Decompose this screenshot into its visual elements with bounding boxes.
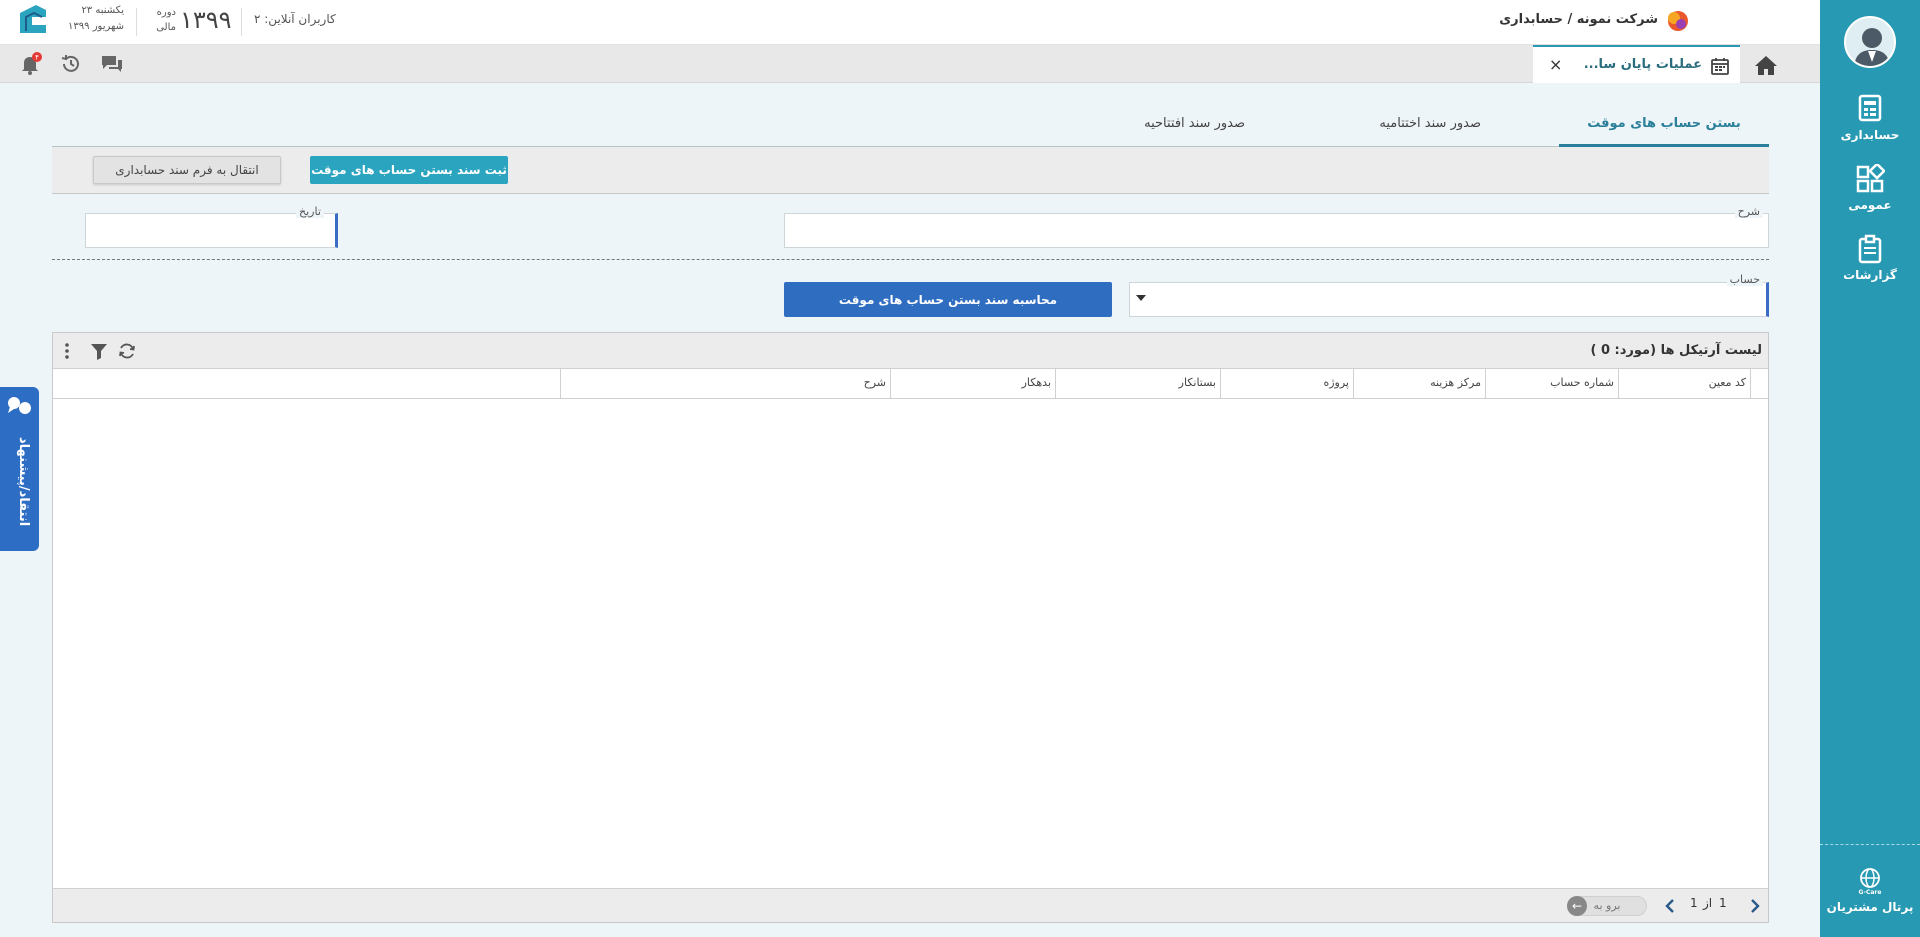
nav-item-label: پرتال مشتریان xyxy=(1826,900,1914,914)
fiscal-year[interactable]: ۱۳۹۹ xyxy=(180,6,232,34)
total-pages: 1 xyxy=(1690,896,1698,910)
sidebar-divider xyxy=(1820,844,1920,845)
weekday-text: یکشنبه ۲۳ xyxy=(81,5,124,16)
articles-grid: لیست آرتیکل ها (مورد: 0 ) کد معین شماره … xyxy=(52,332,1769,923)
refresh-icon[interactable] xyxy=(117,341,137,361)
user-icon xyxy=(1854,28,1890,66)
column-header[interactable]: شماره حساب xyxy=(1485,369,1618,399)
chevron-left-icon[interactable] xyxy=(1663,898,1677,914)
transfer-to-voucher-button[interactable]: انتقال به فرم سند حسابداری xyxy=(93,156,281,184)
online-users[interactable]: کاربران آنلاین: ۲ xyxy=(254,12,336,26)
column-header[interactable]: پروژه xyxy=(1220,369,1353,399)
grid-pager: 1 از 1 ← برو به xyxy=(53,888,1768,922)
nav-item-accounting[interactable]: حسابداری xyxy=(1820,94,1920,142)
column-header[interactable]: بدهکار xyxy=(890,369,1055,399)
chevron-right-icon[interactable] xyxy=(1748,898,1762,914)
account-select[interactable] xyxy=(1129,282,1769,317)
tab-close-temporary-accounts[interactable]: بستن حساب های موقت xyxy=(1559,116,1769,131)
history-icon[interactable] xyxy=(59,52,83,76)
nav-item-label: عمومی xyxy=(1848,198,1892,212)
grid-columns: کد معین شماره حساب مرکز هزینه پروژه بستا… xyxy=(53,369,1768,399)
globe-icon: G-Care xyxy=(1859,868,1882,896)
column-header[interactable]: مرکز هزینه xyxy=(1353,369,1485,399)
side-navigation: حسابداری عمومی گزارشات G-Care پرتال مشتر… xyxy=(1820,0,1920,937)
main-content: بستن حساب های موقت صدور سند اختتامیه صدو… xyxy=(52,100,1769,317)
general-icon xyxy=(1856,164,1885,193)
fiscal-period-label: دوره مالی xyxy=(148,5,176,35)
pager-of-label: از xyxy=(1703,896,1713,910)
chevron-down-icon[interactable] xyxy=(1136,295,1146,301)
submit-closing-voucher-button[interactable]: ثبت سند بستن حساب های موقت xyxy=(310,156,508,184)
column-header[interactable]: شرح xyxy=(560,369,890,399)
tab-opening-voucher[interactable]: صدور سند افتتاحیه xyxy=(1144,116,1245,131)
accounting-icon xyxy=(1858,94,1882,122)
description-label: شرح xyxy=(1734,205,1763,218)
column-header[interactable]: بستانکار xyxy=(1055,369,1220,399)
tab-bar: ۴ عملیات پایان سا... × xyxy=(0,45,1820,83)
header-divider xyxy=(241,8,242,36)
more-options-icon[interactable] xyxy=(57,341,77,361)
close-tab-icon[interactable]: × xyxy=(1549,55,1562,74)
period-label-line1: دوره xyxy=(156,7,176,18)
grid-title: لیست آرتیکل ها (مورد: 0 ) xyxy=(1590,343,1762,358)
action-toolbar: ثبت سند بستن حساب های موقت انتقال به فرم… xyxy=(52,147,1769,194)
account-label: حساب xyxy=(1726,273,1763,286)
portal-icon-text: G-Care xyxy=(1859,889,1882,896)
feedback-icon xyxy=(8,397,31,414)
notification-bell-icon[interactable]: ۴ xyxy=(18,52,42,76)
current-page: 1 xyxy=(1719,896,1727,910)
date-label: تاریخ xyxy=(296,205,324,218)
nav-item-customer-portal[interactable]: G-Care پرتال مشتریان xyxy=(1820,866,1920,914)
current-date: یکشنبه ۲۳ شهریور ۱۳۹۹ xyxy=(66,3,124,35)
user-avatar[interactable] xyxy=(1844,16,1896,68)
filter-icon[interactable] xyxy=(89,341,109,361)
date-field[interactable] xyxy=(85,213,338,248)
open-tab-year-end[interactable]: عملیات پایان سا... × xyxy=(1533,45,1740,83)
company-breadcrumb[interactable]: شرکت نمونه / حسابداری xyxy=(1499,12,1658,27)
home-icon[interactable] xyxy=(1754,54,1778,76)
nav-item-label: گزارشات xyxy=(1843,268,1897,282)
feedback-tab[interactable]: انتقاد/پیشنهاد xyxy=(0,387,39,551)
column-selector[interactable] xyxy=(1750,369,1768,399)
arrow-left-icon[interactable]: ← xyxy=(1567,896,1587,916)
open-tab-title: عملیات پایان سا... xyxy=(1583,57,1702,72)
form-divider xyxy=(52,259,1769,260)
goto-page-input[interactable]: ← برو به xyxy=(1567,896,1647,916)
feedback-label: انتقاد/پیشنهاد xyxy=(16,437,31,527)
calculate-closing-voucher-button[interactable]: محاسبه سند بستن حساب های موقت xyxy=(784,282,1112,317)
app-logo xyxy=(20,5,46,33)
notification-count: ۴ xyxy=(35,54,39,62)
header-divider xyxy=(136,8,137,36)
description-field[interactable] xyxy=(784,213,1769,248)
period-label-line2: مالی xyxy=(156,22,176,33)
goto-page-placeholder: برو به xyxy=(1593,899,1621,912)
grid-header: لیست آرتیکل ها (مورد: 0 ) xyxy=(53,333,1768,369)
page-tabs: بستن حساب های موقت صدور سند اختتامیه صدو… xyxy=(52,100,1769,147)
chat-icon[interactable] xyxy=(100,52,124,76)
nav-item-general[interactable]: عمومی xyxy=(1820,164,1920,212)
tab-closing-voucher[interactable]: صدور سند اختتامیه xyxy=(1379,116,1481,131)
column-header[interactable]: کد معین xyxy=(1618,369,1750,399)
nav-item-label: حسابداری xyxy=(1840,128,1900,142)
top-header: یکشنبه ۲۳ شهریور ۱۳۹۹ دوره مالی ۱۳۹۹ کار… xyxy=(0,0,1820,45)
nav-item-reports[interactable]: گزارشات xyxy=(1820,234,1920,282)
company-logo xyxy=(1668,11,1688,31)
reports-icon xyxy=(1858,234,1882,264)
month-year-text: شهریور ۱۳۹۹ xyxy=(68,21,124,32)
calendar-icon xyxy=(1711,58,1729,75)
